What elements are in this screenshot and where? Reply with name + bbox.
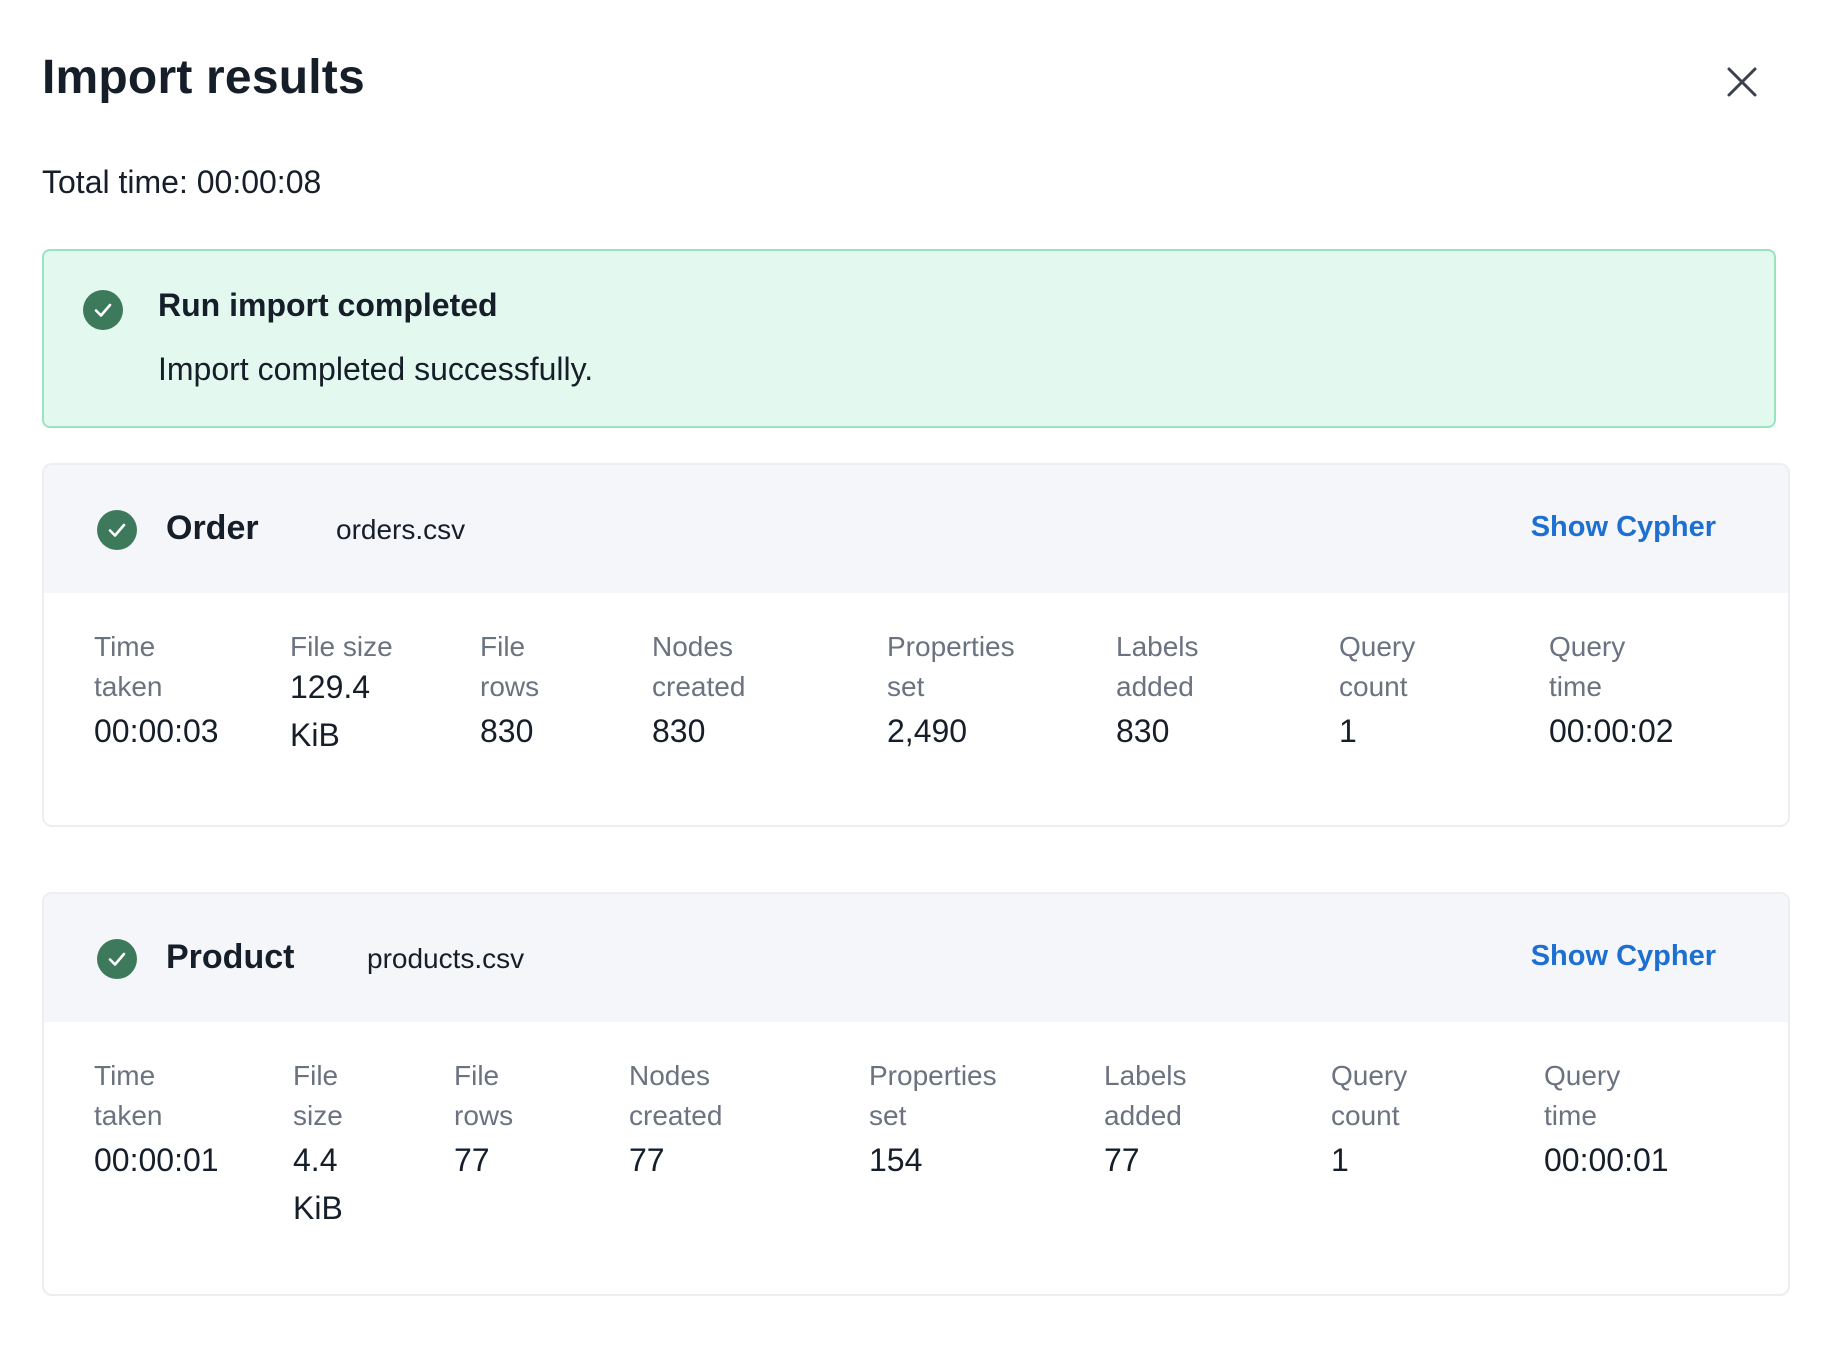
- check-circle-icon: [83, 290, 123, 330]
- stat-value: 1: [1331, 1142, 1349, 1178]
- check-circle-icon: [97, 939, 137, 979]
- stat-file-size: File size 129.4 KiB: [290, 627, 393, 759]
- stat-label: File size: [293, 1060, 343, 1131]
- stat-value: 77: [1104, 1142, 1140, 1178]
- stat-value: 129.4 KiB: [290, 669, 371, 753]
- show-cypher-link[interactable]: Show Cypher: [1531, 511, 1716, 544]
- stat-label: Properties set: [887, 631, 1015, 702]
- stat-label: Labels added: [1116, 631, 1199, 702]
- check-circle-icon: [97, 510, 137, 550]
- stat-properties-set: Properties set 154: [869, 1056, 997, 1184]
- stat-label: File size: [290, 631, 393, 662]
- result-card-product: Product products.csv Show Cypher Time ta…: [42, 892, 1790, 1296]
- stat-value: 77: [629, 1142, 665, 1178]
- stat-query-time: Query time 00:00:01: [1544, 1056, 1669, 1184]
- stat-label: Query time: [1549, 631, 1626, 702]
- success-banner: Run import completed Import completed su…: [42, 249, 1776, 428]
- stat-file-size: File size 4.4 KiB: [293, 1056, 343, 1232]
- stat-file-rows: File rows 77: [454, 1056, 513, 1184]
- stat-file-rows: File rows 830: [480, 627, 539, 755]
- stat-value: 830: [480, 713, 534, 749]
- show-cypher-link[interactable]: Show Cypher: [1531, 940, 1716, 973]
- stat-labels-added: Labels added 77: [1104, 1056, 1187, 1184]
- stat-value: 00:00:02: [1549, 713, 1674, 749]
- stat-query-time: Query time 00:00:02: [1549, 627, 1674, 755]
- stat-nodes-created: Nodes created 77: [629, 1056, 722, 1184]
- stat-label: Query count: [1339, 631, 1416, 702]
- node-label: Order: [166, 509, 259, 547]
- stat-label: File rows: [480, 631, 540, 702]
- stat-label: Labels added: [1104, 1060, 1187, 1131]
- banner-message: Import completed successfully.: [158, 351, 594, 387]
- result-card-header: Product products.csv Show Cypher: [44, 894, 1788, 1022]
- result-card-order: Order orders.csv Show Cypher Time taken …: [42, 463, 1790, 827]
- file-name: orders.csv: [336, 514, 466, 545]
- file-name: products.csv: [367, 943, 525, 974]
- stat-value: 830: [652, 713, 706, 749]
- stat-label: Properties set: [869, 1060, 997, 1131]
- stat-label: Nodes created: [652, 631, 746, 702]
- stat-query-count: Query count 1: [1331, 1056, 1407, 1184]
- stat-nodes-created: Nodes created 830: [652, 627, 745, 755]
- stat-value: 830: [1116, 713, 1170, 749]
- node-label: Product: [166, 938, 295, 976]
- stat-label: Nodes created: [629, 1060, 723, 1131]
- stat-label: Query count: [1331, 1060, 1408, 1131]
- stat-value: 4.4 KiB: [293, 1142, 343, 1226]
- stat-time-taken: Time taken 00:00:01: [94, 1056, 219, 1184]
- stat-label: Query time: [1544, 1060, 1621, 1131]
- stat-label: Time taken: [94, 1060, 163, 1131]
- stat-value: 00:00:03: [94, 713, 219, 749]
- result-card-header: Order orders.csv Show Cypher: [44, 465, 1788, 593]
- stat-label: Time taken: [94, 631, 163, 702]
- close-icon: [1727, 67, 1757, 97]
- stat-label: File rows: [454, 1060, 514, 1131]
- stat-properties-set: Properties set 2,490: [887, 627, 1015, 755]
- stat-value: 77: [454, 1142, 490, 1178]
- stat-value: 2,490: [887, 713, 968, 749]
- close-button[interactable]: [1716, 56, 1768, 108]
- import-results-dialog: Import results Total time: 00:00:08 Run …: [0, 0, 1822, 1348]
- stat-value: 00:00:01: [94, 1142, 219, 1178]
- total-time: Total time: 00:00:08: [42, 164, 322, 200]
- dialog-title: Import results: [42, 51, 365, 104]
- banner-title: Run import completed: [158, 287, 498, 323]
- stat-value: 154: [869, 1142, 923, 1178]
- stat-labels-added: Labels added 830: [1116, 627, 1199, 755]
- stat-time-taken: Time taken 00:00:03: [94, 627, 219, 755]
- stat-query-count: Query count 1: [1339, 627, 1415, 755]
- stat-value: 1: [1339, 713, 1357, 749]
- stat-value: 00:00:01: [1544, 1142, 1669, 1178]
